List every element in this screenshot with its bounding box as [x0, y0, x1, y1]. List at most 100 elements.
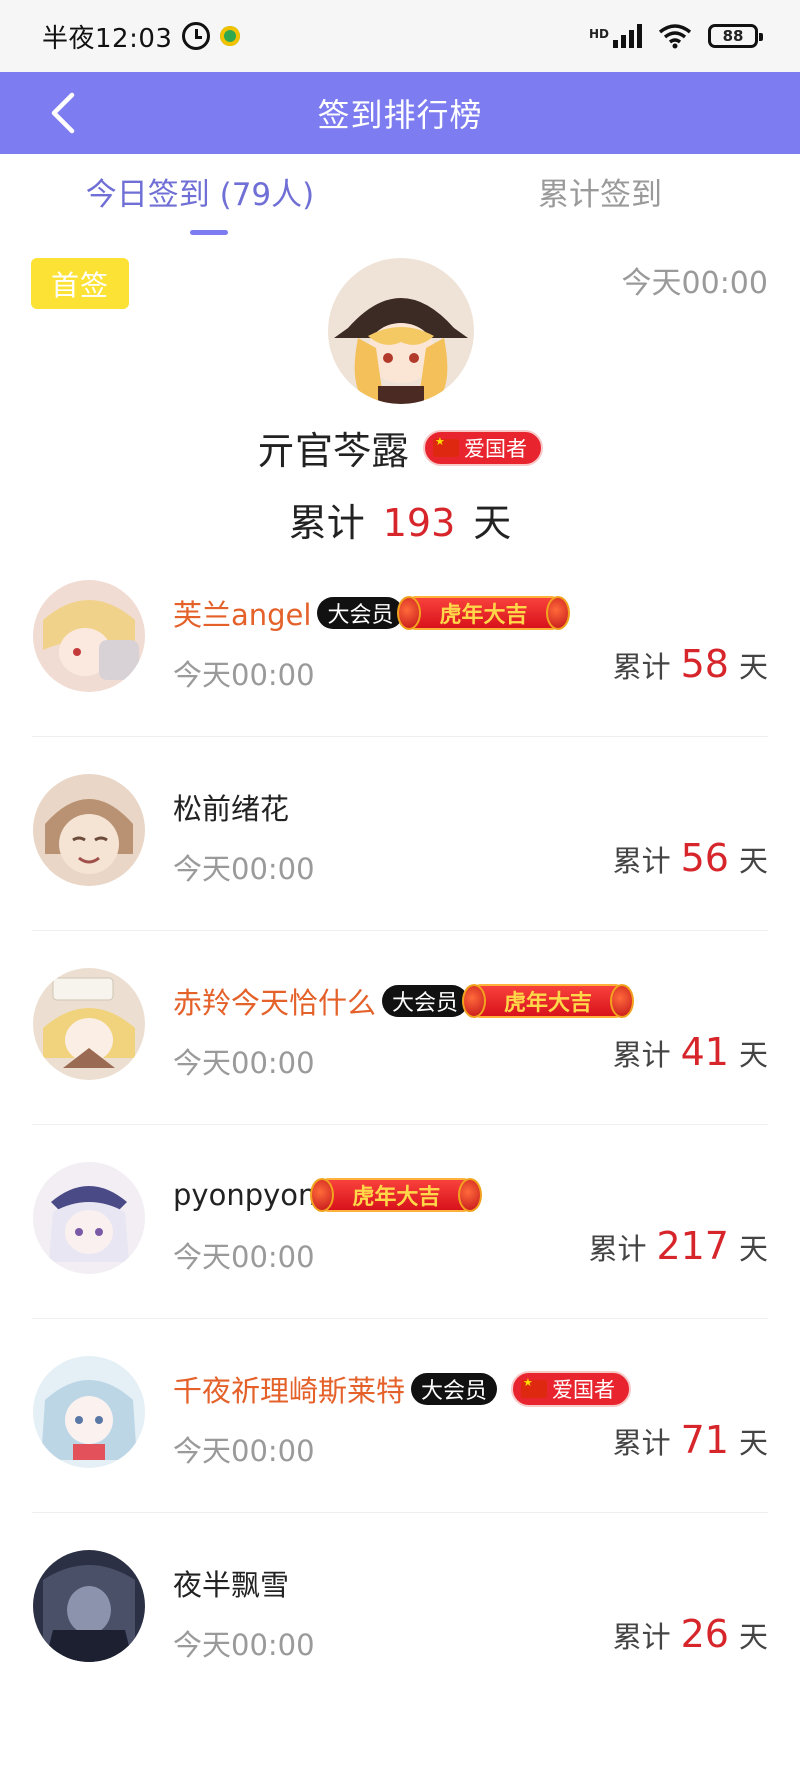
total-prefix: 累计	[612, 844, 671, 878]
total-suffix: 天	[738, 650, 768, 684]
chevron-left-icon	[51, 92, 75, 134]
total-days: 累计 56 天	[613, 836, 768, 880]
total-days: 累计 41 天	[613, 1030, 768, 1074]
top-signer-total: 累计 193 天	[0, 492, 800, 547]
status-time: 半夜12:03	[42, 23, 173, 54]
total-days-count: 217	[656, 1224, 729, 1268]
total-days: 累计 217 天	[588, 1224, 768, 1268]
signin-time: 今天00:00	[173, 1240, 315, 1274]
list-item[interactable]: 赤羚今天恰什么 大会员 虎年大吉 今天00:00 累计 41 天	[0, 960, 800, 1154]
user-name[interactable]: 松前绪花	[173, 786, 289, 828]
tiger-year-label: 虎年大吉	[352, 1185, 441, 1210]
tiger-year-label: 虎年大吉	[439, 603, 528, 628]
vip-badge: 大会员	[411, 1373, 498, 1405]
total-days-count: 56	[680, 836, 729, 880]
first-sign-badge: 首签	[31, 258, 129, 309]
list-item[interactable]: 芙兰angel 大会员 虎年大吉 今天00:00 累计 58 天	[0, 572, 800, 766]
back-button[interactable]	[40, 90, 86, 136]
avatar[interactable]	[33, 1162, 145, 1274]
list-item[interactable]: 千夜祈理崎斯莱特 大会员 爱国者 今天00:00 累计 71 天	[0, 1348, 800, 1542]
signin-time: 今天00:00	[173, 1434, 315, 1468]
battery-level: 88	[722, 27, 744, 45]
status-right: HD 88	[589, 23, 763, 49]
name-line: 夜半飘雪	[173, 1562, 289, 1604]
wifi-icon	[658, 23, 692, 49]
user-name[interactable]: pyonpyon	[173, 1178, 316, 1212]
china-flag-icon	[521, 1376, 548, 1398]
lantern-icon	[545, 596, 570, 630]
tab-bar: 今日签到 (79人) 累计签到	[0, 154, 800, 236]
total-suffix: 天	[738, 1620, 768, 1654]
total-suffix: 天	[738, 1426, 768, 1460]
patriot-badge: 爱国者	[423, 429, 543, 466]
avatar[interactable]	[33, 1356, 145, 1468]
total-days-count: 26	[680, 1612, 729, 1656]
lantern-icon	[458, 1178, 483, 1212]
battery-icon: 88	[708, 24, 763, 48]
alarm-icon	[182, 22, 211, 50]
total-suffix: 天	[738, 1232, 768, 1266]
patriot-badge-label: 爱国者	[552, 1378, 616, 1402]
top-total-prefix: 累计	[288, 501, 365, 545]
tiger-year-badge: 虎年大吉	[462, 984, 635, 1018]
lantern-icon	[462, 984, 487, 1018]
patriot-badge: 爱国者	[511, 1371, 632, 1407]
user-name[interactable]: 千夜祈理崎斯莱特	[173, 1368, 405, 1410]
page-title: 签到排行榜	[317, 96, 483, 134]
status-left: 半夜12:03	[42, 18, 241, 55]
divider	[32, 930, 768, 931]
top-signer-avatar[interactable]	[328, 258, 474, 404]
avatar[interactable]	[33, 774, 145, 886]
total-prefix: 累计	[612, 1038, 671, 1072]
name-line: pyonpyon 虎年大吉	[173, 1174, 483, 1216]
status-bar: 半夜12:03 HD 88	[0, 0, 800, 72]
tab-cumulative[interactable]: 累计签到	[400, 154, 800, 236]
vip-badge: 大会员	[317, 597, 404, 629]
cellular-signal-icon	[613, 24, 642, 48]
tab-indicator	[190, 230, 228, 235]
lantern-icon	[310, 1178, 335, 1212]
total-days: 累计 71 天	[613, 1418, 768, 1462]
name-line: 芙兰angel 大会员 虎年大吉	[173, 592, 570, 634]
total-prefix: 累计	[612, 650, 671, 684]
signin-time: 今天00:00	[173, 1046, 315, 1080]
tiger-year-badge: 虎年大吉	[397, 596, 570, 630]
total-days-count: 58	[680, 642, 729, 686]
vip-badge: 大会员	[382, 985, 469, 1017]
total-prefix: 累计	[612, 1426, 671, 1460]
china-flag-icon	[433, 435, 459, 457]
list-item[interactable]: 松前绪花 今天00:00 累计 56 天	[0, 766, 800, 960]
signin-time: 今天00:00	[173, 1628, 315, 1662]
total-suffix: 天	[738, 1038, 768, 1072]
total-days: 累计 58 天	[613, 642, 768, 686]
app-notification-icon	[220, 26, 241, 46]
user-name[interactable]: 夜半飘雪	[173, 1562, 289, 1604]
divider	[32, 1512, 768, 1513]
lantern-icon	[610, 984, 635, 1018]
list-item[interactable]: 夜半飘雪 今天00:00 累计 26 天	[0, 1542, 800, 1736]
divider	[32, 1124, 768, 1125]
list-item[interactable]: pyonpyon 虎年大吉 今天00:00 累计 217 天	[0, 1154, 800, 1348]
top-total-days: 193	[382, 501, 456, 545]
total-suffix: 天	[738, 844, 768, 878]
total-prefix: 累计	[588, 1232, 647, 1266]
divider	[32, 736, 768, 737]
avatar[interactable]	[33, 1550, 145, 1662]
name-line: 千夜祈理崎斯莱特 大会员 爱国者	[173, 1368, 632, 1410]
signin-time: 今天00:00	[173, 852, 315, 886]
avatar[interactable]	[33, 968, 145, 1080]
tiger-year-label: 虎年大吉	[504, 991, 593, 1016]
user-name[interactable]: 赤羚今天恰什么	[173, 980, 376, 1022]
total-days-count: 71	[680, 1418, 729, 1462]
top-total-suffix: 天	[473, 501, 512, 545]
total-days-count: 41	[680, 1030, 729, 1074]
signin-list: 芙兰angel 大会员 虎年大吉 今天00:00 累计 58 天 松前绪花 今天…	[0, 572, 800, 1736]
avatar[interactable]	[33, 580, 145, 692]
user-name[interactable]: 芙兰angel	[173, 592, 311, 634]
app-header: 签到排行榜	[0, 72, 800, 154]
total-prefix: 累计	[612, 1620, 671, 1654]
top-signer-name[interactable]: 亓官芩露	[257, 420, 409, 475]
tab-today[interactable]: 今日签到 (79人)	[0, 154, 400, 236]
divider	[32, 1318, 768, 1319]
total-days: 累计 26 天	[613, 1612, 768, 1656]
